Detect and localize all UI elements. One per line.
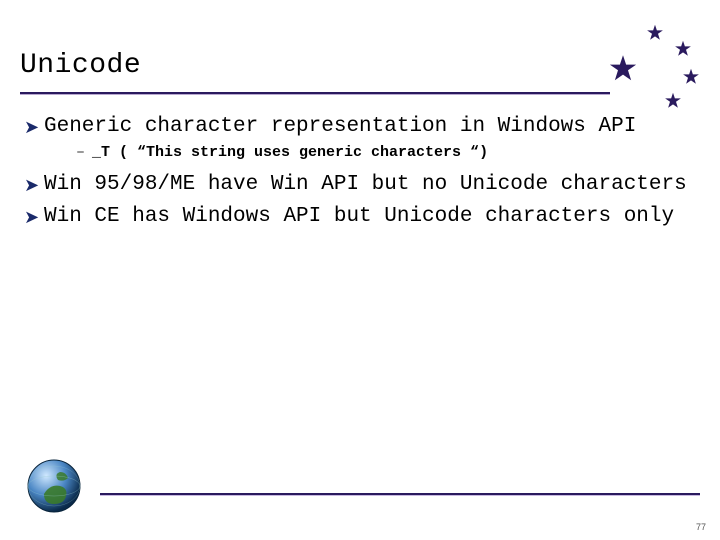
arrow-bullet-icon: ➤: [24, 204, 44, 230]
sub-bullet-text: _T ( “This string uses generic character…: [92, 142, 488, 164]
page-number: 77: [696, 522, 706, 532]
bullet-text: Win CE has Windows API but Unicode chara…: [44, 204, 674, 230]
star-cluster-icon: [606, 24, 706, 114]
bullet-text: Win 95/98/ME have Win API but no Unicode…: [44, 172, 687, 198]
slide-title: Unicode: [20, 50, 141, 81]
bullet-item: ➤ Generic character representation in Wi…: [24, 114, 694, 140]
bullet-item: ➤ Win CE has Windows API but Unicode cha…: [24, 204, 694, 230]
bullet-text: Generic character representation in Wind…: [44, 114, 636, 140]
globe-icon: [26, 458, 82, 514]
slide: Unicode ➤ Generic character representati…: [0, 0, 720, 540]
bullet-item: ➤ Win 95/98/ME have Win API but no Unico…: [24, 172, 694, 198]
footer-divider: [100, 493, 700, 496]
arrow-bullet-icon: ➤: [24, 172, 44, 198]
arrow-bullet-icon: ➤: [24, 114, 44, 140]
sub-bullet-item: – _T ( “This string uses generic charact…: [76, 142, 694, 164]
dash-bullet-icon: –: [76, 142, 92, 164]
title-divider: [20, 92, 610, 95]
slide-body: ➤ Generic character representation in Wi…: [24, 108, 694, 232]
